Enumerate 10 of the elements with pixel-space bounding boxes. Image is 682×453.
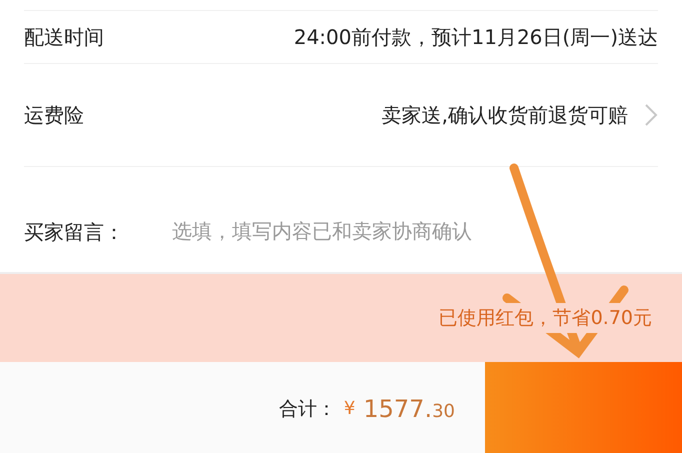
currency-symbol: ¥	[344, 398, 356, 419]
row-label: 运费险	[24, 102, 84, 128]
message-field[interactable]: 选填，填写内容已和卖家协商确认	[172, 219, 632, 243]
row-value: 24:00前付款，预计11月26日(周一)送达	[294, 24, 658, 50]
total-amount: 1577.30	[363, 394, 455, 422]
total-label: 合计：	[278, 396, 336, 422]
row-value: 卖家送,确认收货前退货可赔	[382, 102, 628, 128]
row-label: 配送时间	[24, 24, 104, 50]
order-button[interactable]	[485, 362, 682, 453]
row-label: 买家留言：	[24, 219, 124, 246]
